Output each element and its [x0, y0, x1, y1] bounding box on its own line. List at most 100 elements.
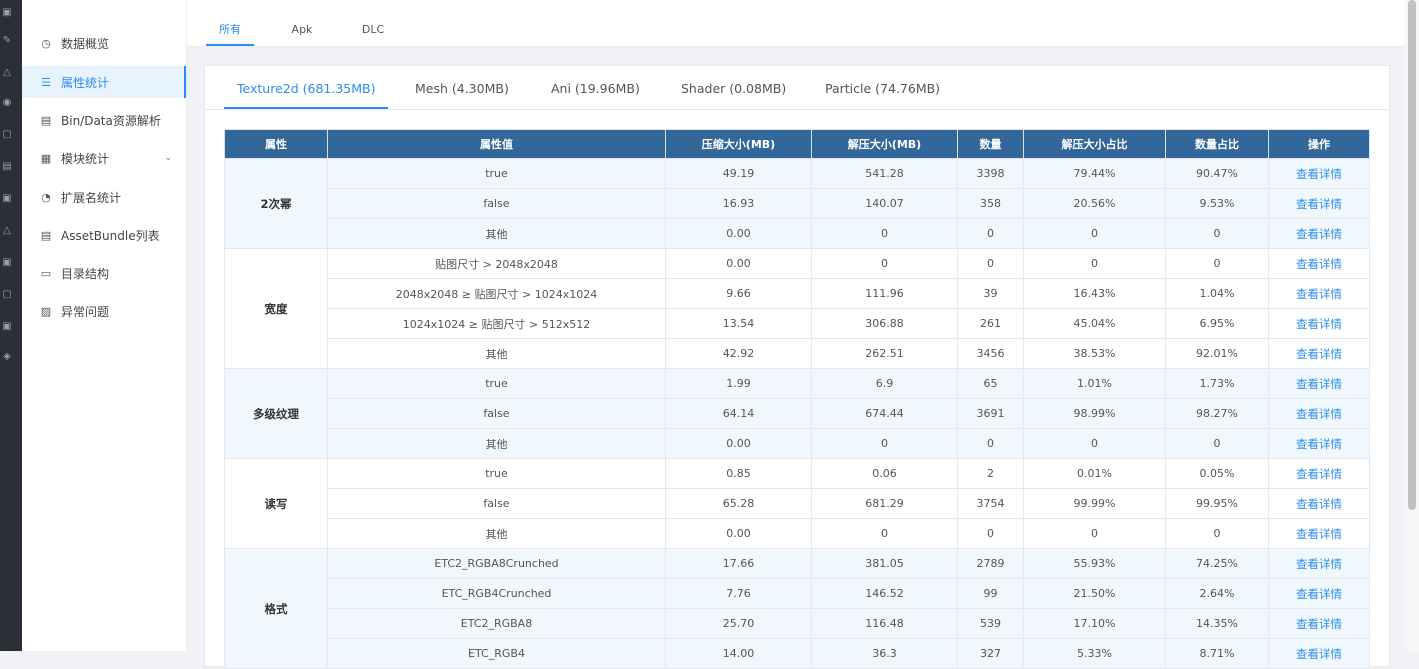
table-cell: 0 — [957, 428, 1024, 459]
table-row: false 64.14 674.44 3691 98.99% 98.27% 查看详情 — [225, 398, 1370, 429]
view-details-link[interactable]: 查看详情 — [1268, 398, 1370, 429]
table-cell: ETC_RGB4Crunched — [327, 578, 666, 609]
view-details-link[interactable]: 查看详情 — [1268, 638, 1370, 669]
table-cell: 其他 — [327, 428, 666, 459]
table-cell: 3754 — [957, 488, 1024, 519]
rail-icon: ▣ — [2, 7, 12, 18]
sidebar: ◷ 数据概览 ☰ 属性统计 ▤ Bin/Data资源解析 ▦ 模块统计 ⌄ ◔ 扩展名统计 ▤ Asse… — [22, 0, 187, 651]
view-details-link[interactable]: 查看详情 — [1268, 578, 1370, 609]
group-label: 2次幂 — [224, 158, 328, 249]
table-row: 其他 0.00 0 0 0 0 查看详情 — [225, 218, 1370, 249]
table-cell: 116.48 — [811, 608, 958, 639]
table-cell: 0.05% — [1165, 458, 1269, 489]
table-cell: 0 — [957, 218, 1024, 249]
sidebar-item[interactable]: ▦ 模块统计 ⌄ — [22, 142, 186, 174]
table-cell: 0.00 — [665, 248, 812, 279]
sidebar-item[interactable]: ▤ AssetBundle列表 — [22, 219, 186, 251]
table-cell: 99.95% — [1165, 488, 1269, 519]
view-details-link[interactable]: 查看详情 — [1268, 458, 1370, 489]
top-tab[interactable]: 所有 — [206, 0, 254, 46]
table-cell: 327 — [957, 638, 1024, 669]
top-tab-bar: 所有 Apk DLC — [187, 0, 1405, 47]
table-cell: 0 — [811, 218, 958, 249]
table-row: false 65.28 681.29 3754 99.99% 99.95% 查看详情 — [225, 488, 1370, 519]
table-row: 格式 ETC2_RGBA8Crunched 17.66 381.05 2789 55.93… — [224, 548, 1370, 669]
view-details-link[interactable]: 查看详情 — [1268, 188, 1370, 219]
view-details-link[interactable]: 查看详情 — [1268, 518, 1370, 549]
view-details-link[interactable]: 查看详情 — [1268, 218, 1370, 249]
rail-icon: ▢ — [2, 289, 12, 300]
table-row: 2048x2048 ≥ 贴图尺寸 > 1024x1024 9.66 111.96 39… — [225, 278, 1370, 309]
table-cell: 146.52 — [811, 578, 958, 609]
table-cell: 0 — [1023, 428, 1166, 459]
table-row: 其他 0.00 0 0 0 0 查看详情 — [225, 518, 1370, 549]
view-details-link[interactable]: 查看详情 — [1268, 488, 1370, 519]
table-cell: 其他 — [327, 338, 666, 369]
page-scrollbar-thumb[interactable] — [1408, 0, 1416, 510]
table-cell: 6.95% — [1165, 308, 1269, 339]
view-details-link[interactable]: 查看详情 — [1268, 548, 1370, 579]
grid-icon: ▦ — [40, 151, 52, 165]
rail-icon: ▣ — [2, 257, 12, 268]
sidebar-item[interactable]: ☰ 属性统计 — [22, 66, 186, 98]
table-cell: 2.64% — [1165, 578, 1269, 609]
table-cell: 7.76 — [665, 578, 812, 609]
view-details-link[interactable]: 查看详情 — [1268, 278, 1370, 309]
app-icon-rail: ▣ ✎ △ ◉ ▢ ▤ ▣ △ ▣ ▢ ▣ ◈ — [0, 0, 22, 651]
table-cell: 1.01% — [1023, 368, 1166, 399]
table-cell: 2 — [957, 458, 1024, 489]
sidebar-item[interactable]: ◷ 数据概览 — [22, 27, 186, 59]
table-cell: 0.01% — [1023, 458, 1166, 489]
table-cell: 其他 — [327, 218, 666, 249]
table-row: ETC2_RGBA8 25.70 116.48 539 17.10% 14.35% 查看详情 — [225, 608, 1370, 639]
table-cell: 20.56% — [1023, 188, 1166, 219]
table-cell: 0 — [957, 248, 1024, 279]
attribute-stats-table: 属性 属性值 压缩大小(MB) 解压大小(MB) 数量 解压大小占比 数量占比 操作 2次幂 t… — [224, 129, 1370, 669]
view-details-link[interactable]: 查看详情 — [1268, 158, 1370, 189]
sidebar-item[interactable]: ▭ 目录结构 — [22, 257, 186, 289]
sub-tab[interactable]: Ani (19.96MB) — [551, 66, 640, 109]
column-header: 操作 — [1268, 129, 1370, 159]
table-cell: 3398 — [957, 158, 1024, 189]
table-cell: 0 — [1165, 518, 1269, 549]
view-details-link[interactable]: 查看详情 — [1268, 308, 1370, 339]
table-cell: 42.92 — [665, 338, 812, 369]
table-cell: 9.53% — [1165, 188, 1269, 219]
view-details-link[interactable]: 查看详情 — [1268, 608, 1370, 639]
table-cell: 16.93 — [665, 188, 812, 219]
view-details-link[interactable]: 查看详情 — [1268, 428, 1370, 459]
rail-icon: △ — [3, 67, 11, 78]
sidebar-item[interactable]: ▤ Bin/Data资源解析 — [22, 104, 186, 136]
sub-tab[interactable]: Shader (0.08MB) — [681, 66, 786, 109]
table-cell: 0.00 — [665, 518, 812, 549]
table-cell: 539 — [957, 608, 1024, 639]
column-header: 属性 — [224, 129, 328, 159]
sidebar-item-label: 异常问题 — [61, 304, 110, 319]
sidebar-item[interactable]: ◔ 扩展名统计 — [22, 181, 186, 213]
view-details-link[interactable]: 查看详情 — [1268, 368, 1370, 399]
table-row: ETC_RGB4 14.00 36.3 327 5.33% 8.71% 查看详情 — [225, 638, 1370, 669]
sub-tab[interactable]: Particle (74.76MB) — [825, 66, 940, 109]
table-cell: 90.47% — [1165, 158, 1269, 189]
top-tab[interactable]: DLC — [354, 0, 392, 46]
table-cell: 79.44% — [1023, 158, 1166, 189]
view-details-link[interactable]: 查看详情 — [1268, 338, 1370, 369]
top-tab[interactable]: Apk — [284, 0, 320, 46]
table-cell: 0 — [1165, 218, 1269, 249]
folder-icon: ▭ — [40, 266, 52, 280]
group-label: 多级纹理 — [224, 368, 328, 459]
table-cell: 0.00 — [665, 218, 812, 249]
table-group: 读写 true 0.85 0.06 2 0.01% 0.05% 查看详情 false 65.28 6… — [224, 458, 1370, 549]
table-cell: 0 — [1165, 428, 1269, 459]
table-cell: 2048x2048 ≥ 贴图尺寸 > 1024x1024 — [327, 278, 666, 309]
warning-document-icon: ▨ — [40, 304, 52, 318]
table-cell: 36.3 — [811, 638, 958, 669]
view-details-link[interactable]: 查看详情 — [1268, 248, 1370, 279]
sidebar-item[interactable]: ▨ 异常问题 — [22, 295, 186, 327]
table-cell: 0.85 — [665, 458, 812, 489]
table-cell: true — [327, 368, 666, 399]
sub-tab[interactable]: Mesh (4.30MB) — [415, 66, 509, 109]
table-cell: 5.33% — [1023, 638, 1166, 669]
sub-tab[interactable]: Texture2d (681.35MB) — [223, 66, 390, 109]
table-cell: 541.28 — [811, 158, 958, 189]
